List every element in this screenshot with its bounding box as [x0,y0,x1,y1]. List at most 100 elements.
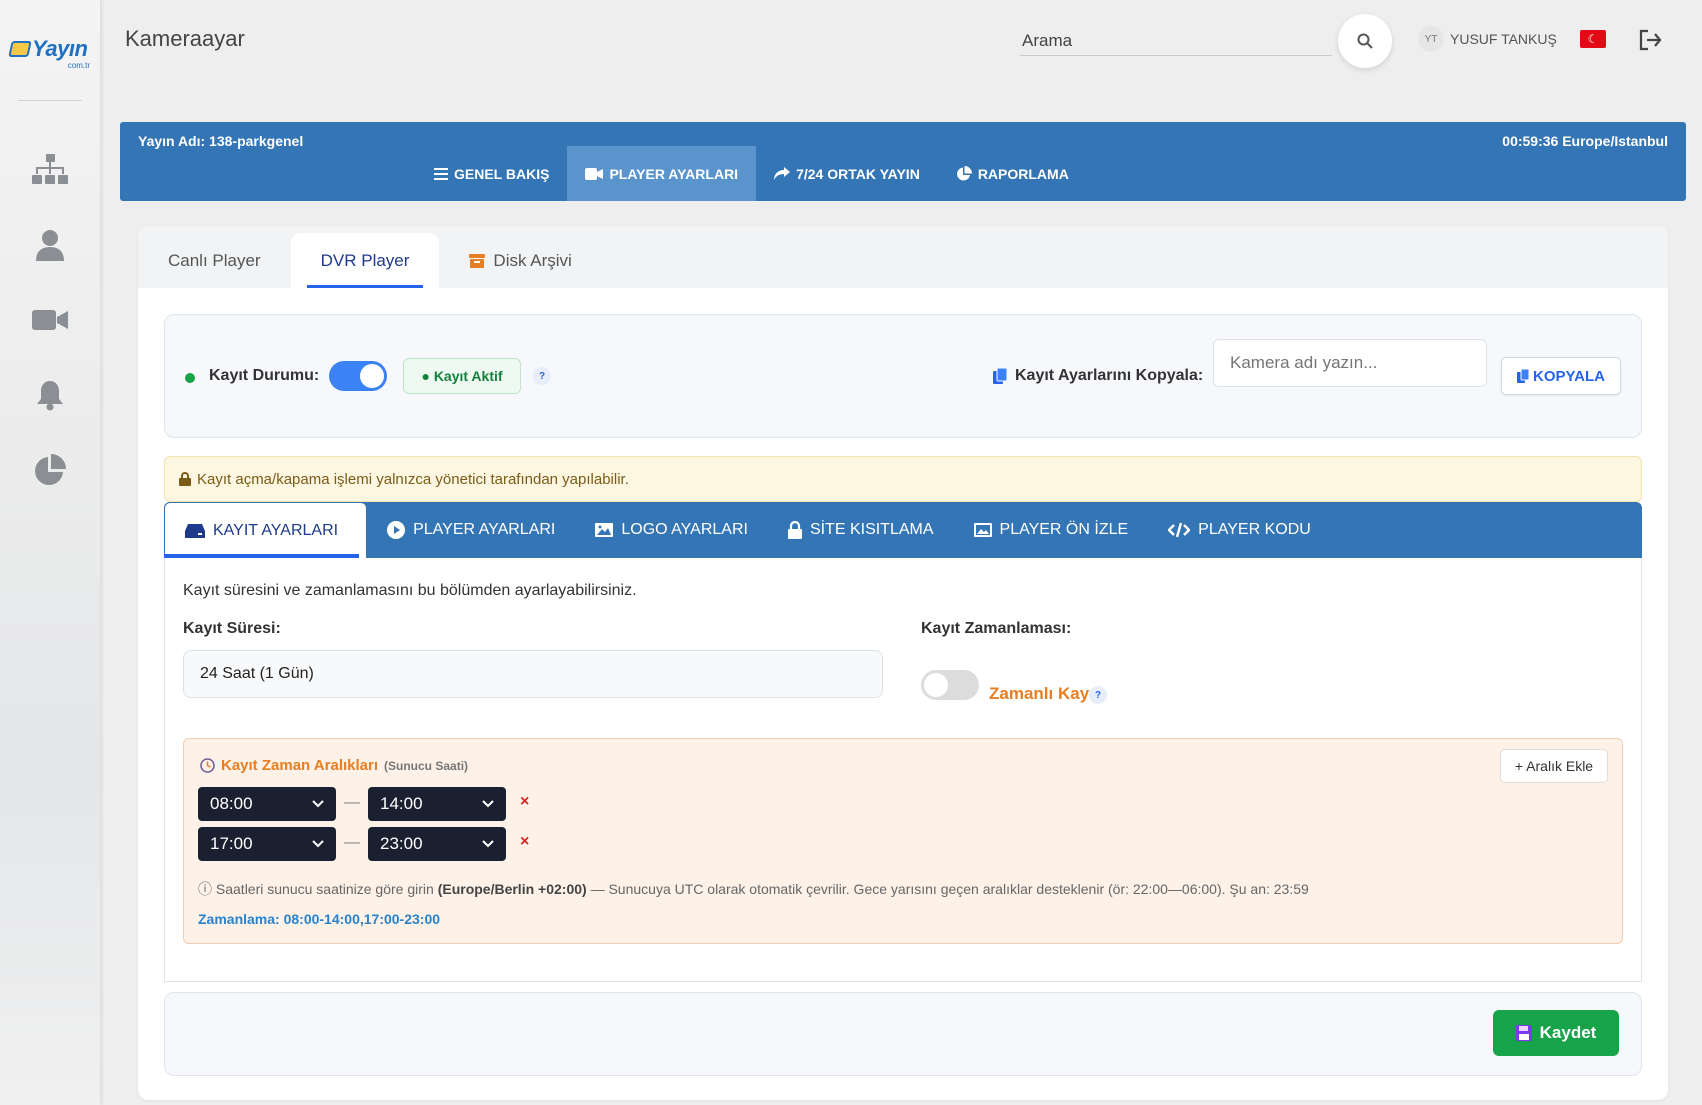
code-icon [1168,522,1191,538]
pie-chart-icon [956,165,972,180]
scheduled-recording-label: Zamanlı Kayıt [989,684,1100,704]
flag-crescent: ☾ [1587,32,1599,46]
tab-logo-ayarlari[interactable]: LOGO AYARLARI [575,502,768,558]
range-end-select[interactable]: 14:00 [368,787,506,821]
remove-range-button[interactable]: × [520,793,529,811]
user-icon[interactable] [30,227,70,263]
chevron-down-icon [312,800,324,808]
range-start-value: 08:00 [210,794,253,813]
sidebar-divider [18,100,82,101]
hint-text-post: — Sunucuya UTC olarak otomatik çevrilir.… [586,881,1309,897]
chevron-down-icon [482,800,494,808]
range-separator: — [344,834,360,851]
logout-button[interactable] [1636,26,1664,54]
chevron-down-icon [312,840,324,848]
panel-description: Kayıt süresini ve zamanlamasını bu bölüm… [183,582,637,599]
range-start-select[interactable]: 08:00 [198,787,336,821]
player-type-tabs: Canlı Player DVR Player Disk Arşivi [138,226,1668,288]
image-icon [595,523,614,537]
recording-settings-panel: Kayıt süresini ve zamanlamasını bu bölüm… [164,558,1642,982]
tab-label: KAYIT AYARLARI [213,521,339,539]
copy-button-label: KOPYALA [1533,367,1605,385]
help-icon[interactable]: ? [533,367,551,385]
play-circle-icon [387,521,406,539]
save-button[interactable]: Kaydet [1493,1010,1619,1056]
chevron-down-icon [482,840,494,848]
video-icon [585,167,604,180]
logo-text: Yayın [32,36,88,61]
ranges-subtitle: (Sunucu Saati) [384,758,469,773]
video-camera-icon[interactable] [30,302,70,338]
range-end-select[interactable]: 23:00 [368,827,506,861]
help-icon[interactable]: ? [1089,686,1107,704]
tab-label: Canlı Player [168,250,261,270]
status-indicator-dot [185,373,195,383]
user-menu[interactable]: YT YUSUF TANKUŞ [1418,26,1557,52]
scheduled-label-text: Zamanlı Kayıt [989,684,1100,703]
tab-player-ayarlari[interactable]: PLAYER AYARLARI [567,146,757,201]
recording-toggle[interactable] [329,361,387,391]
ranges-title: Kayıt Zaman Aralıkları (Sunucu Saati) [200,757,468,774]
tab-label: Disk Arşivi [493,250,572,270]
duration-label: Kayıt Süresi: [183,620,281,637]
admin-warning: Kayıt açma/kapama işlemi yalnızca yöneti… [164,456,1642,502]
copy-label-text: Kayıt Ayarlarını Kopyala: [1015,367,1204,384]
save-bar: Kaydet [164,992,1642,1076]
copy-button[interactable]: KOPYALA [1501,357,1621,395]
tab-kayit-ayarlari[interactable]: KAYIT AYARLARI [164,502,368,558]
tab-label: PLAYER AYARLARI [609,165,739,182]
schedule-summary: Zamanlama: 08:00-14:00,17:00-23:00 [198,911,441,927]
range-end-value: 23:00 [380,834,423,853]
scheduled-recording-toggle[interactable] [921,670,979,700]
pie-chart-icon[interactable] [30,452,70,488]
server-clock: 00:59:36 Europe/Istanbul [1502,133,1668,149]
stream-name: Yayın Adı: 138-parkgenel [138,133,304,149]
time-ranges-box: Kayıt Zaman Aralıkları (Sunucu Saati) + … [183,738,1623,944]
archive-icon [469,253,486,268]
recording-status-box: Kayıt Durumu: ● Kayıt Aktif ? Kayıt Ayar… [164,314,1642,438]
tab-disk-arsivi[interactable]: Disk Arşivi [439,233,601,288]
range-start-select[interactable]: 17:00 [198,827,336,861]
lock-icon [787,521,802,539]
duration-value: 24 Saat (1 Gün) [200,665,314,682]
range-start-value: 17:00 [210,834,253,853]
preview-icon [973,523,992,537]
list-icon [434,167,448,180]
duration-select[interactable]: 24 Saat (1 Gün) [183,650,883,698]
tab-player-on-izle[interactable]: PLAYER ÖN İZLE [954,502,1149,558]
tab-label: 7/24 ORTAK YAYIN [796,165,920,182]
copy-settings-label: Kayıt Ayarlarını Kopyala: [993,367,1203,385]
tab-ortak-yayin[interactable]: 7/24 ORTAK YAYIN [756,146,938,201]
tab-dvr-player[interactable]: DVR Player [290,233,440,288]
hint-text-pre: ⓘ Saatleri sunucu saatinize göre girin [198,881,438,897]
share-icon [774,166,791,180]
hint-timezone: (Europe/Berlin +02:00) [437,881,587,897]
bell-icon[interactable] [30,377,70,413]
schedule-label: Kayıt Zamanlaması: [921,620,1072,637]
search-input[interactable] [1020,26,1332,56]
sidebar: Yayın com.tr [0,0,100,1105]
tab-site-kisitlama[interactable]: SİTE KISITLAMA [768,502,954,558]
remove-range-button[interactable]: × [520,833,529,851]
tab-label: PLAYER AYARLARI [413,521,556,538]
search-button[interactable] [1338,14,1392,68]
avatar: YT [1418,26,1444,52]
tab-player-ayarlari-inner[interactable]: PLAYER AYARLARI [367,502,575,558]
tab-label: PLAYER ÖN İZLE [999,521,1129,538]
tab-player-kodu[interactable]: PLAYER KODU [1148,502,1331,558]
logout-icon [1639,29,1662,51]
player-settings-card: Canlı Player DVR Player Disk Arşivi Kayı… [138,226,1668,1100]
tab-label: GENEL BAKIŞ [454,165,550,182]
turkish-flag-icon[interactable]: ☾ [1580,30,1606,48]
tab-genel-bakis[interactable]: GENEL BAKIŞ [416,146,567,201]
tab-canli-player[interactable]: Canlı Player [138,233,291,288]
save-button-label: Kaydet [1539,1023,1597,1042]
sitemap-icon[interactable] [30,152,70,188]
tab-raporlama[interactable]: RAPORLAMA [938,146,1087,201]
add-range-button[interactable]: + Aralık Ekle [1500,749,1608,783]
camera-name-input[interactable] [1213,339,1487,387]
brand-logo[interactable]: Yayın com.tr [8,32,92,70]
logo-mark-icon [8,41,32,57]
tab-label: PLAYER KODU [1198,521,1311,538]
ranges-title-text: Kayıt Zaman Aralıkları [221,757,379,774]
